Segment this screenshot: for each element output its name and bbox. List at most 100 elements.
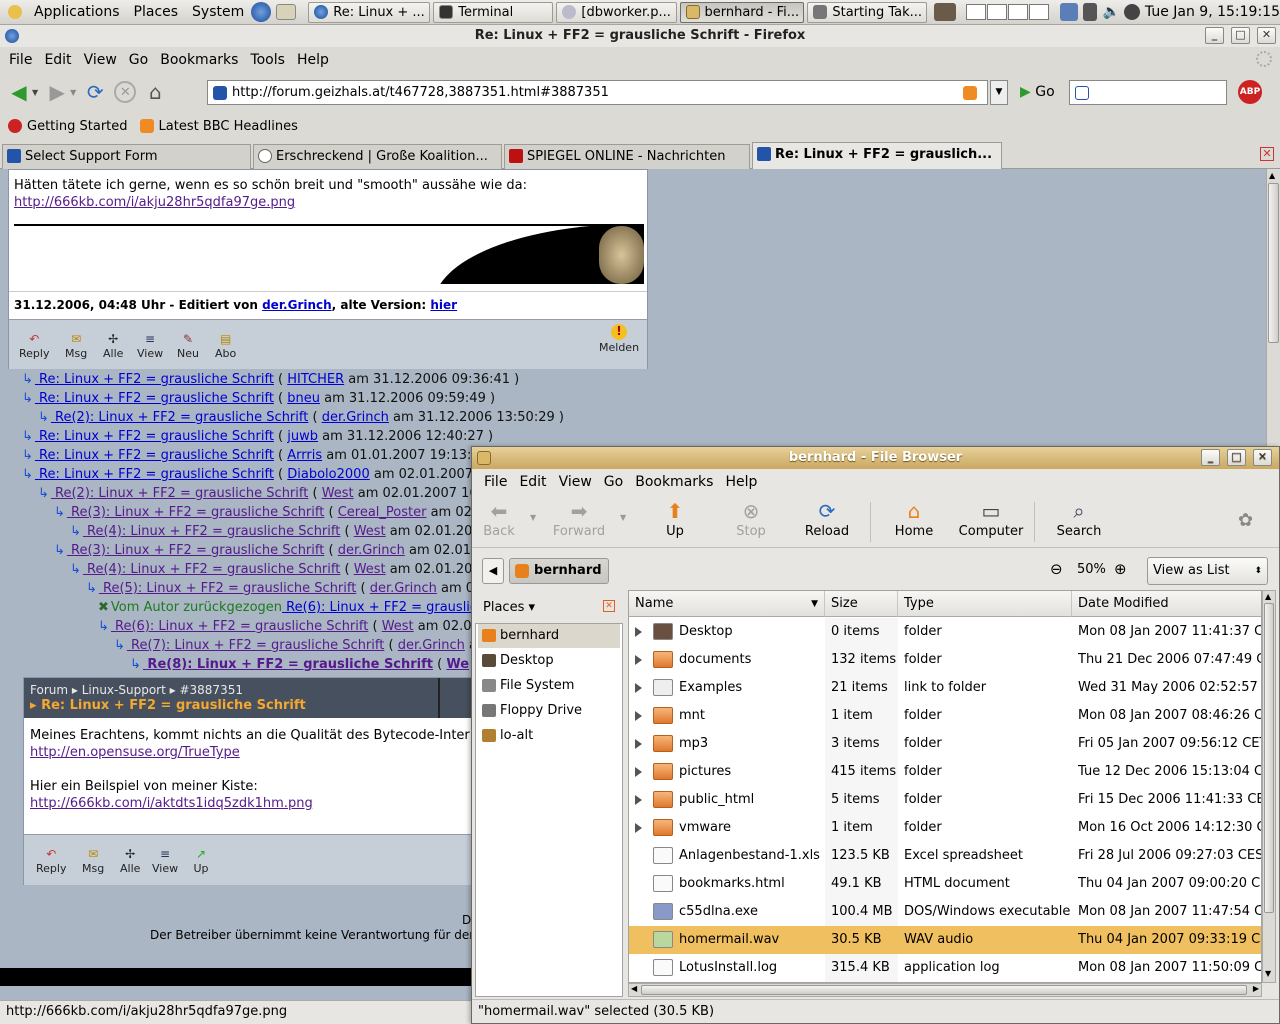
back-history-dropdown[interactable]: ▼ <box>32 88 38 97</box>
menu-file[interactable]: File <box>3 52 38 68</box>
forward-button[interactable]: ➡ Forward <box>546 500 612 539</box>
file-row[interactable]: c55dlna.exe 100.4 MB DOS/Windows executabl… <box>629 898 1261 926</box>
expand-arrow-icon[interactable] <box>635 739 642 749</box>
thread-author-link[interactable]: West <box>354 524 386 539</box>
zoom-in-icon[interactable]: ⊕ <box>1114 560 1127 578</box>
close-pane-icon[interactable]: ✕ <box>603 600 615 612</box>
thread-title-link[interactable]: Re(4): Linux + FF2 = grausliche Schrift <box>83 524 340 539</box>
back-icon[interactable]: ◀ <box>6 79 32 105</box>
thread-title-link[interactable]: Re(8): Linux + FF2 = grausliche Schrift <box>143 657 433 672</box>
places-dropdown[interactable]: Places ▾ <box>483 600 535 615</box>
mail-launcher-icon[interactable] <box>276 4 297 20</box>
thread-author-link[interactable]: der.Grinch <box>398 638 465 653</box>
menu-view[interactable]: View <box>78 52 123 68</box>
editor-link[interactable]: der.Grinch <box>262 298 332 312</box>
maximize-button[interactable]: □ <box>1227 449 1246 466</box>
thread-title-link[interactable]: Re: Linux + FF2 = grausliche Schrift <box>35 391 274 406</box>
thread-title-link[interactable]: Re(7): Linux + FF2 = grausliche Schrift <box>127 638 384 653</box>
file-list-scrollbar[interactable]: ▲ ▼ <box>1262 590 1276 983</box>
adblock-icon[interactable]: ABP <box>1238 80 1262 104</box>
workspace-4[interactable] <box>1029 4 1050 20</box>
home-icon[interactable]: ⌂ <box>142 79 168 105</box>
abo-button[interactable]: ▤ Abo <box>215 332 236 360</box>
thread-author-link[interactable]: der.Grinch <box>322 410 389 425</box>
places-item-floppy-drive[interactable]: Floppy Drive <box>478 699 620 723</box>
thread-title-link[interactable]: Re(6): Linux + FF2 = grausliche Schrift <box>111 619 368 634</box>
thread-title-link[interactable]: Re(3): Linux + FF2 = grausliche Schrift <box>67 543 324 558</box>
view-button[interactable]: ≡ View <box>152 847 178 875</box>
thread-title-link[interactable]: Re(2): Linux + FF2 = grausliche Schrift <box>51 486 308 501</box>
workspace-switcher[interactable] <box>966 4 1050 20</box>
thread-author-link[interactable]: der.Grinch <box>370 581 437 596</box>
path-button-bernhard[interactable]: bernhard <box>509 558 609 584</box>
home-button[interactable]: ⌂ Home <box>881 500 947 539</box>
thread-title-link[interactable]: Re(4): Linux + FF2 = grausliche Schrift <box>83 562 340 577</box>
post-link[interactable]: http://en.opensuse.org/TrueType <box>30 745 240 760</box>
taskbar-item-terminal[interactable]: Terminal <box>433 1 554 23</box>
file-row[interactable]: vmware 1 item folder Mon 16 Oct 2006 14:12:… <box>629 814 1261 842</box>
thread-author-link[interactable]: Cereal_Poster <box>338 505 427 520</box>
places-item-desktop[interactable]: Desktop <box>478 649 620 673</box>
tab-select-support-form[interactable]: Select Support Form <box>2 144 251 169</box>
menu-file[interactable]: File <box>478 474 513 490</box>
scroll-thumb[interactable] <box>1268 183 1279 343</box>
reply-button[interactable]: ↶ Reply <box>36 847 66 875</box>
menu-edit[interactable]: Edit <box>38 52 77 68</box>
close-button[interactable]: ✕ <box>1257 27 1276 44</box>
file-row[interactable]: Desktop 0 items folder Mon 08 Jan 2007 11:4… <box>629 618 1261 646</box>
expand-arrow-icon[interactable] <box>635 795 642 805</box>
computer-button[interactable]: ▭ Computer <box>958 500 1024 539</box>
scroll-thumb[interactable] <box>641 985 1247 995</box>
thread-author-link[interactable]: West <box>382 619 414 634</box>
alle-button[interactable]: ✢ Alle <box>103 332 123 360</box>
expand-arrow-icon[interactable] <box>635 627 642 637</box>
close-tab-icon[interactable]: ✕ <box>1260 147 1274 161</box>
network-icon[interactable] <box>1060 3 1079 21</box>
menu-go[interactable]: Go <box>123 52 154 68</box>
places-item-bernhard[interactable]: bernhard <box>478 624 620 648</box>
web-browser-launcher-icon[interactable] <box>251 2 272 22</box>
thread-title-link[interactable]: Re: Linux + FF2 = grausliche Schrift <box>35 448 274 463</box>
scroll-thumb[interactable] <box>1264 603 1274 913</box>
menu-help[interactable]: Help <box>719 474 763 490</box>
panel-menu-places[interactable]: Places <box>127 4 186 20</box>
menu-tools[interactable]: Tools <box>244 52 291 68</box>
thread-title-link[interactable]: Re: Linux + FF2 = grausliche Schrift <box>35 467 274 482</box>
stop-button[interactable]: ⊗ Stop <box>718 500 784 539</box>
column-header-name[interactable]: Name ▼ <box>629 591 825 617</box>
menu-edit[interactable]: Edit <box>513 474 552 490</box>
file-row[interactable]: Examples 21 items link to folder Wed 31 May… <box>629 674 1261 702</box>
expand-arrow-icon[interactable] <box>635 711 642 721</box>
gnome-foot-icon[interactable] <box>8 5 22 19</box>
url-input[interactable]: http://forum.geizhals.at/t467728,3887351… <box>207 80 988 105</box>
rss-feed-icon[interactable] <box>963 86 977 100</box>
scroll-up-arrow[interactable]: ▲ <box>1269 171 1275 180</box>
thread-author-link[interactable]: West <box>354 562 386 577</box>
post-link[interactable]: http://666kb.com/i/akju28hr5qdfa97ge.png <box>14 195 295 210</box>
forward-dropdown[interactable]: ▼ <box>620 513 626 522</box>
search-input[interactable] <box>1069 80 1227 105</box>
menu-bookmarks[interactable]: Bookmarks <box>154 52 244 68</box>
thread-author-link[interactable]: bneu <box>287 391 320 406</box>
places-item-lo-alt[interactable]: lo-alt <box>478 724 620 748</box>
thread-title-link[interactable]: Re(2): Linux + FF2 = grausliche Schrift <box>51 410 308 425</box>
url-history-dropdown[interactable]: ▼ <box>990 80 1008 105</box>
view-mode-select[interactable]: View as List ⬍ <box>1147 557 1268 585</box>
stop-icon[interactable]: ✕ <box>114 81 137 103</box>
expand-arrow-icon[interactable] <box>635 767 642 777</box>
thread-author-link[interactable]: der.Grinch <box>338 543 405 558</box>
file-row[interactable]: Anlagenbestand-1.xls 123.5 KB Excel spread… <box>629 842 1261 870</box>
scroll-down-arrow[interactable]: ▼ <box>1265 969 1271 978</box>
column-header-size[interactable]: Size <box>825 591 898 617</box>
show-desktop-icon[interactable] <box>934 3 957 21</box>
path-left-arrow[interactable]: ◀ <box>482 558 504 584</box>
reply-button[interactable]: ↶ Reply <box>19 332 49 360</box>
up-button[interactable]: ⬆ Up <box>642 500 708 539</box>
post-link[interactable]: http://666kb.com/i/aktdts1idq5zdk1hm.png <box>30 796 313 811</box>
thread-title-link[interactable]: Re(3): Linux + FF2 = grausliche Schrift <box>67 505 324 520</box>
forward-icon[interactable]: ▶ <box>44 79 70 105</box>
up-button[interactable]: ↗ Up <box>192 847 210 875</box>
alle-button[interactable]: ✢ Alle <box>120 847 140 875</box>
file-row[interactable]: pictures 415 items folder Tue 12 Dec 2006 1… <box>629 758 1261 786</box>
expand-arrow-icon[interactable] <box>635 655 642 665</box>
